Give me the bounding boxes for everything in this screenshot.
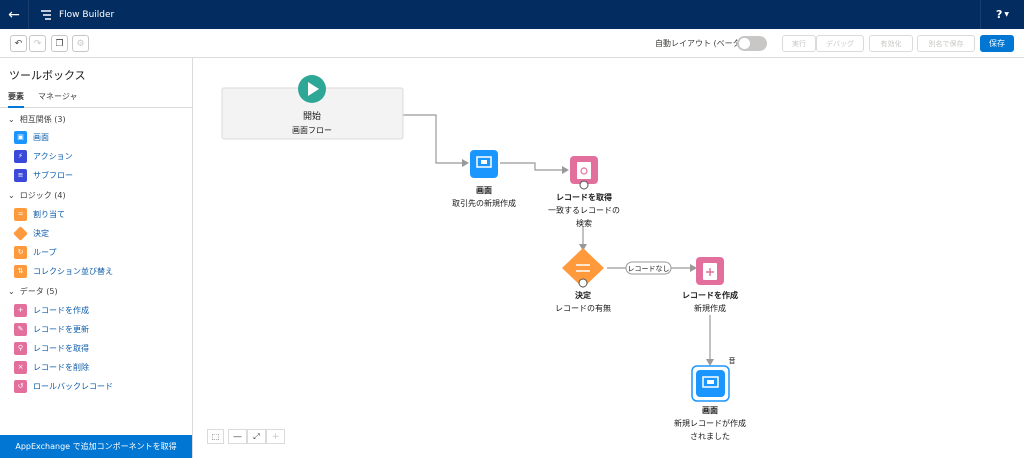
screen1-label: 画面 取引先の新規作成 — [444, 185, 524, 209]
minus-icon: — — [233, 431, 242, 442]
arrow-icon — [562, 166, 569, 174]
arrow-icon — [690, 264, 697, 272]
node-title: レコードを取得 — [556, 193, 612, 202]
decision-label: 決定 レコードの有無 — [543, 290, 623, 314]
start-subtitle: 画面フロー — [292, 126, 332, 135]
connector-label: レコードなし — [627, 265, 670, 273]
start-title: 開始 — [302, 112, 321, 122]
node-subtitle: 新規作成 — [694, 304, 726, 313]
node-title: 画面 — [702, 406, 718, 415]
screen2-label: 画面 新規レコードが作成 されました — [664, 405, 756, 442]
arrow-icon — [462, 159, 469, 167]
plus-icon: + — [271, 431, 280, 442]
connector-screen-get — [500, 162, 562, 171]
fit-view-button[interactable]: ⤢ — [247, 429, 266, 444]
node-endpoint[interactable] — [578, 278, 588, 288]
node-subtitle: 一致するレコードの — [548, 206, 620, 215]
shrink-icon: ⤢ — [253, 431, 260, 441]
screen-icon-inner — [707, 380, 714, 384]
start-label: 開始 画面フロー — [292, 109, 332, 136]
node-endpoint[interactable] — [579, 180, 589, 190]
zoom-in-button[interactable]: + — [266, 429, 285, 444]
node-title: レコードを作成 — [682, 291, 738, 300]
node-marker: 音 — [728, 357, 736, 365]
arrow-icon — [706, 359, 714, 366]
node-subtitle: 取引先の新規作成 — [452, 199, 516, 208]
select-icon: ⬚ — [211, 432, 220, 441]
get-record-icon — [577, 162, 591, 179]
create-record-label: レコードを作成 新規作成 — [670, 290, 750, 314]
node-title: 決定 — [575, 291, 591, 300]
node-title: 画面 — [476, 186, 492, 195]
screen-icon-inner — [481, 160, 487, 164]
get-record-label: レコードを取得 一致するレコードの 検索 — [540, 192, 628, 229]
connector-start-screen — [403, 114, 462, 164]
node-subtitle: レコードの有無 — [555, 304, 611, 313]
zoom-out-button[interactable]: — — [228, 429, 247, 444]
node-subtitle: されました — [690, 432, 730, 441]
flow-diagram — [221, 75, 730, 402]
node-subtitle: 新規レコードが作成 — [674, 419, 746, 428]
select-mode-button[interactable]: ⬚ — [207, 429, 224, 444]
node-subtitle: 検索 — [576, 219, 592, 228]
